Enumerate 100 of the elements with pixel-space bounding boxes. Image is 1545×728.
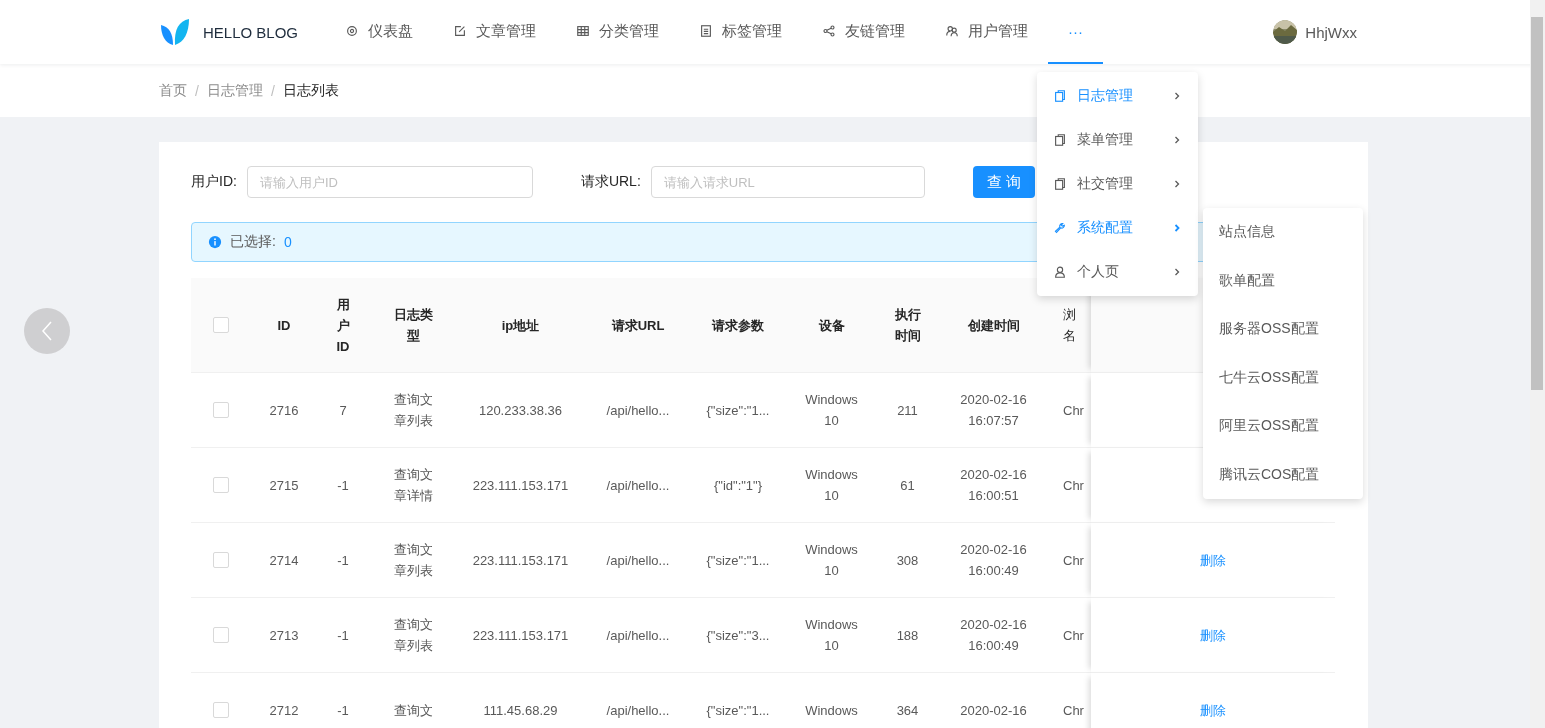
table-cell-text: 223.111.153.171 <box>472 626 569 645</box>
checkbox[interactable] <box>213 317 229 333</box>
table-cell-text: Windows <box>805 701 858 720</box>
table-cell-text: 2020-02-16 16:00:49 <box>959 541 1028 580</box>
table-cell-text: 2020-02-16 16:07:57 <box>959 391 1028 430</box>
submenu-item[interactable]: 阿里云OSS配置 <box>1203 402 1363 451</box>
filter-label: 请求URL: <box>580 173 641 191</box>
nav-item[interactable]: 友链管理 <box>802 0 925 64</box>
checkbox[interactable] <box>213 702 229 718</box>
table-cell-text: 7 <box>339 401 347 420</box>
table-cell-text: Chr <box>1063 626 1084 645</box>
edit-icon <box>453 24 467 38</box>
table-cell-text: {"size":"1... <box>706 551 770 570</box>
nav-item[interactable]: 文章管理 <box>433 0 556 64</box>
checkbox[interactable] <box>213 552 229 568</box>
submenu-item[interactable]: 服务器OSS配置 <box>1203 305 1363 354</box>
table-cell-text: /api/hello... <box>606 476 670 495</box>
table-cell-text: Windows 10 <box>804 466 859 505</box>
checkbox[interactable] <box>213 477 229 493</box>
table-icon <box>576 24 590 38</box>
breadcrumb-separator: / <box>195 82 199 99</box>
table-cell-text: 211 <box>897 401 918 420</box>
nav-item[interactable]: 仪表盘 <box>325 0 433 64</box>
scrollbar-thumb[interactable] <box>1531 17 1543 390</box>
submenu-item[interactable]: 腾讯云COS配置 <box>1203 450 1363 499</box>
filter-input[interactable]: 请输入请求URL <box>650 166 925 198</box>
back-button[interactable] <box>24 308 70 354</box>
table-cell-text: /api/hello... <box>606 551 670 570</box>
table-cell-text: Chr <box>1063 701 1084 720</box>
breadcrumb-separator: / <box>270 82 275 99</box>
table-cell-text: 2716 <box>269 401 299 420</box>
table-cell-text: 2020-02-16 <box>960 701 1027 720</box>
table-cell-text: {"size":"3... <box>706 626 770 645</box>
documents-icon <box>1053 177 1067 191</box>
table-cell-text: 查询文章详情 <box>392 466 434 505</box>
column-header: 设备 <box>818 316 845 335</box>
selection-count: 0 <box>283 234 292 250</box>
column-header: 创建时间 <box>967 316 1020 335</box>
checkbox[interactable] <box>213 627 229 643</box>
leaf-logo-icon <box>159 17 191 47</box>
table-cell-text: 查询文章列表 <box>392 616 434 655</box>
table-cell-text: 2713 <box>269 626 299 645</box>
table-cell-text: Windows 10 <box>804 391 859 430</box>
table-cell-text: {"id":"1"} <box>713 476 763 495</box>
documents-icon <box>1053 133 1067 147</box>
column-header: ID <box>277 316 291 335</box>
breadcrumb-link[interactable]: 日志管理 <box>206 81 263 100</box>
menu-item[interactable]: 个人页 <box>1037 250 1198 294</box>
table-cell-text: 2715 <box>269 476 299 495</box>
table-cell-text: 2712 <box>269 701 299 720</box>
table-cell-text: {"size":"1... <box>706 701 770 720</box>
menu-item[interactable]: 社交管理 <box>1037 162 1198 206</box>
table-cell-text: Chr <box>1063 476 1084 495</box>
submenu-item[interactable]: 站点信息 <box>1203 208 1363 257</box>
table-cell-text: 308 <box>896 551 919 570</box>
table-cell-text: 2020-02-16 16:00:51 <box>959 466 1028 505</box>
checkbox[interactable] <box>213 402 229 418</box>
table-cell-text: 2020-02-16 16:00:49 <box>959 616 1028 655</box>
column-header: 请求参数 <box>712 316 764 335</box>
table-cell-text: -1 <box>337 476 349 495</box>
breadcrumb-current: 日志列表 <box>282 81 339 100</box>
table-cell-text: -1 <box>337 551 349 570</box>
table-cell-text: /api/hello... <box>606 701 670 720</box>
table-cell-text: Windows 10 <box>804 616 859 655</box>
table-cell-text: 120.233.38.36 <box>478 401 563 420</box>
column-header: 请求URL <box>611 316 665 335</box>
table-cell-text: 查询文章列表 <box>392 541 434 580</box>
column-header: 浏 名 <box>1063 306 1076 345</box>
wrench-icon <box>1053 221 1067 235</box>
gauge-icon <box>345 24 359 38</box>
user-name[interactable]: HhjWxx <box>1305 23 1357 41</box>
breadcrumb-link[interactable]: 首页 <box>159 81 187 100</box>
column-header: 日志类 型 <box>393 306 433 345</box>
column-header: ip地址 <box>501 316 540 335</box>
table-cell-text: -1 <box>337 701 349 720</box>
nav-item[interactable]: 分类管理 <box>556 0 679 64</box>
table-cell-text: 查询文 <box>393 701 433 720</box>
documents-icon <box>1053 89 1067 103</box>
column-header: 用 户 ID <box>336 295 350 356</box>
table-cell-text: 188 <box>896 626 919 645</box>
table-cell-text: Chr <box>1063 551 1084 570</box>
table-cell-text: 223.111.153.171 <box>472 476 569 495</box>
filter-input[interactable]: 请输入用户ID <box>246 166 533 198</box>
nav-item[interactable]: 标签管理 <box>679 0 802 64</box>
table-cell-text: /api/hello... <box>606 626 670 645</box>
list-icon <box>699 24 713 38</box>
filter-label: 用户ID: <box>191 173 237 191</box>
user-icon <box>1053 265 1067 279</box>
table-cell-text: Windows 10 <box>804 541 859 580</box>
info-icon <box>208 235 222 249</box>
submenu-item[interactable]: 歌单配置 <box>1203 256 1363 305</box>
chevron-left-icon <box>40 320 54 342</box>
nav-item[interactable]: 用户管理 <box>925 0 1048 64</box>
table-cell-text: /api/hello... <box>606 401 670 420</box>
table-cell-text: 2714 <box>269 551 299 570</box>
submenu-item[interactable]: 七牛云OSS配置 <box>1203 353 1363 402</box>
table-cell-text: 364 <box>896 701 919 720</box>
table-cell-text: 111.45.68.29 <box>483 701 558 720</box>
table-cell-text: Chr <box>1063 401 1084 420</box>
menu-item[interactable]: 菜单管理 <box>1037 118 1198 162</box>
